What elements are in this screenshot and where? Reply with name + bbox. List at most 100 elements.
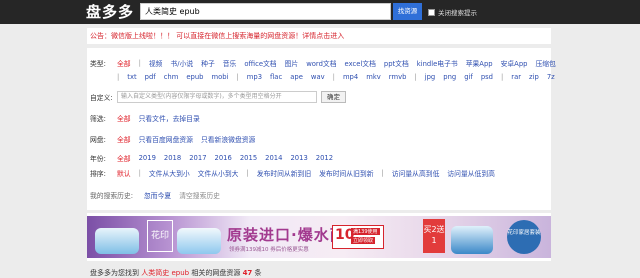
divider: | xyxy=(117,73,120,81)
type-option[interactable]: 种子 xyxy=(201,58,215,68)
year-option[interactable]: 2019 xyxy=(139,154,156,162)
type-option[interactable]: wav xyxy=(311,73,325,81)
year-option[interactable]: 全部 xyxy=(117,153,131,163)
product-jar-image xyxy=(451,226,493,254)
disk-option[interactable]: 只看百度网盘资源 xyxy=(139,134,193,144)
year-option[interactable]: 2012 xyxy=(316,154,333,162)
result-middle: 相关的网盘资源 xyxy=(191,269,241,277)
sort-option[interactable]: 默认 xyxy=(117,168,131,178)
custom-type-input[interactable]: 输入自定义类型(内容仅限字母或数字)，多个类型用空格分开 xyxy=(117,91,317,103)
coupon-condition: 满139使用 xyxy=(351,228,380,235)
type-option[interactable]: 音乐 xyxy=(223,58,237,68)
type-row-2: | txt pdf chm epub mobi | mp3 flac ape w… xyxy=(90,73,563,81)
disk-option[interactable]: 只看新浪微盘资源 xyxy=(201,134,255,144)
type-option[interactable]: 图片 xyxy=(285,58,299,68)
type-option[interactable]: zip xyxy=(529,73,539,81)
type-option[interactable]: kindle电子书 xyxy=(417,58,458,68)
type-option[interactable]: flac xyxy=(270,73,282,81)
year-row: 年份: 全部 2019 2018 2017 2016 2015 2014 201… xyxy=(90,153,341,163)
sort-option[interactable]: 发布时间从旧到新 xyxy=(319,168,373,178)
divider: | xyxy=(381,169,384,177)
year-option[interactable]: 2016 xyxy=(215,154,232,162)
type-row-1: 类型: 全部 | 视频 书/小说 种子 音乐 office文档 图片 word文… xyxy=(90,58,556,68)
type-option[interactable]: png xyxy=(443,73,456,81)
divider: | xyxy=(138,169,141,177)
sort-row: 排序: 默认 | 文件从大到小 文件从小到大 | 发布时间从新到旧 发布时间从旧… xyxy=(90,168,503,178)
type-option[interactable]: 压缩包 xyxy=(535,58,555,68)
ad-coupon: 10 满139使用 立即领取 xyxy=(332,225,384,249)
type-option[interactable]: rmvb xyxy=(389,73,407,81)
type-label: 类型: xyxy=(90,60,106,68)
type-option[interactable]: office文档 xyxy=(244,58,276,68)
history-row: 我的搜索历史: 忽而今夏 清空搜索历史 xyxy=(90,190,228,200)
type-option[interactable]: epub xyxy=(186,73,203,81)
coupon-cta: 立即领取 xyxy=(351,237,376,244)
type-option[interactable]: mp3 xyxy=(247,73,262,81)
type-option[interactable]: mkv xyxy=(366,73,381,81)
year-option[interactable]: 2014 xyxy=(265,154,282,162)
type-option[interactable]: jpg xyxy=(425,73,436,81)
type-option[interactable]: chm xyxy=(164,73,179,81)
result-suffix: 条 xyxy=(254,269,262,277)
sort-label: 排序: xyxy=(90,170,106,178)
divider: | xyxy=(332,73,335,81)
year-option[interactable]: 2013 xyxy=(290,154,307,162)
year-option[interactable]: 2017 xyxy=(189,154,206,162)
result-summary: 盘多多为您找到 人类简史 epub 相关的网盘资源 47 条 xyxy=(90,268,262,278)
type-option[interactable]: 书/小说 xyxy=(170,58,193,68)
ad-promo-badge: 买2送1 xyxy=(423,219,445,253)
custom-type-row: 自定义: 输入自定义类型(内容仅限字母或数字)，多个类型用空格分开 确定 xyxy=(90,91,346,103)
close-tip-toggle[interactable]: 关闭搜索提示 xyxy=(428,7,477,17)
divider: | xyxy=(500,73,504,81)
year-option[interactable]: 2018 xyxy=(164,154,181,162)
filter-option[interactable]: 全部 xyxy=(117,113,131,123)
ad-brand-logo: 花印 xyxy=(147,220,173,252)
type-option[interactable]: word文档 xyxy=(306,58,336,68)
divider: | xyxy=(414,73,417,81)
disk-row: 网盘: 全部 只看百度网盘资源 只看新浪微盘资源 xyxy=(90,134,263,144)
type-option[interactable]: 视频 xyxy=(149,58,163,68)
site-logo[interactable]: 盘多多 xyxy=(86,1,134,22)
ad-banner[interactable]: 花印 原装进口·爆水面膜 领券满139减10 券后价格更实惠 10 满139使用… xyxy=(87,216,551,258)
type-option[interactable]: gif xyxy=(464,73,473,81)
type-option[interactable]: 苹果App xyxy=(466,58,493,68)
sort-option[interactable]: 访问量从低到高 xyxy=(447,168,495,178)
result-keyword: 人类简史 epub xyxy=(141,269,190,277)
result-prefix: 盘多多为您找到 xyxy=(90,269,139,277)
history-label: 我的搜索历史: xyxy=(90,192,134,200)
type-option[interactable]: txt xyxy=(127,73,136,81)
sort-option[interactable]: 发布时间从新到旧 xyxy=(257,168,311,178)
type-option[interactable]: rar xyxy=(511,73,521,81)
filter-option[interactable]: 只看文件，去掉目录 xyxy=(139,113,200,123)
type-option[interactable]: 安卓App xyxy=(501,58,528,68)
type-option[interactable]: excel文档 xyxy=(345,58,376,68)
divider: | xyxy=(236,73,239,81)
disk-label: 网盘: xyxy=(90,136,106,144)
close-tip-checkbox[interactable] xyxy=(428,8,435,16)
clear-history-link[interactable]: 清空搜索历史 xyxy=(179,190,220,200)
ad-circle-badge: 花印家居套装 xyxy=(507,220,541,254)
custom-ok-button[interactable]: 确定 xyxy=(321,91,346,103)
sort-option[interactable]: 文件从大到小 xyxy=(149,168,190,178)
filter-panel: 类型: 全部 | 视频 书/小说 种子 音乐 office文档 图片 word文… xyxy=(87,48,556,210)
type-option[interactable]: ape xyxy=(290,73,303,81)
close-tip-label: 关闭搜索提示 xyxy=(438,9,477,17)
search-button[interactable]: 找资源 xyxy=(393,3,422,20)
type-option[interactable]: mp4 xyxy=(343,73,358,81)
disk-option[interactable]: 全部 xyxy=(117,134,131,144)
top-bar: 盘多多 人类简史 epub 找资源 关闭搜索提示 xyxy=(0,0,640,24)
type-option[interactable]: ppt文档 xyxy=(384,58,409,68)
sort-option[interactable]: 文件从小到大 xyxy=(198,168,239,178)
type-option[interactable]: mobi xyxy=(211,73,228,81)
year-option[interactable]: 2015 xyxy=(240,154,257,162)
announcement-link[interactable]: 公告：微信版上线啦！！！ 可以直接在微信上搜索海量的网盘资源！详情点击进入 xyxy=(87,28,551,44)
type-option[interactable]: psd xyxy=(481,73,493,81)
search-input[interactable]: 人类简史 epub xyxy=(140,3,391,20)
ad-panel: 花印 原装进口·爆水面膜 领券满139减10 券后价格更实惠 10 满139使用… xyxy=(87,213,551,261)
type-option[interactable]: 7z xyxy=(547,73,555,81)
history-item[interactable]: 忽而今夏 xyxy=(144,190,171,200)
type-option[interactable]: 全部 xyxy=(117,58,131,68)
type-option[interactable]: pdf xyxy=(145,73,156,81)
product-jar-image xyxy=(95,228,139,254)
sort-option[interactable]: 访问量从高到低 xyxy=(392,168,440,178)
